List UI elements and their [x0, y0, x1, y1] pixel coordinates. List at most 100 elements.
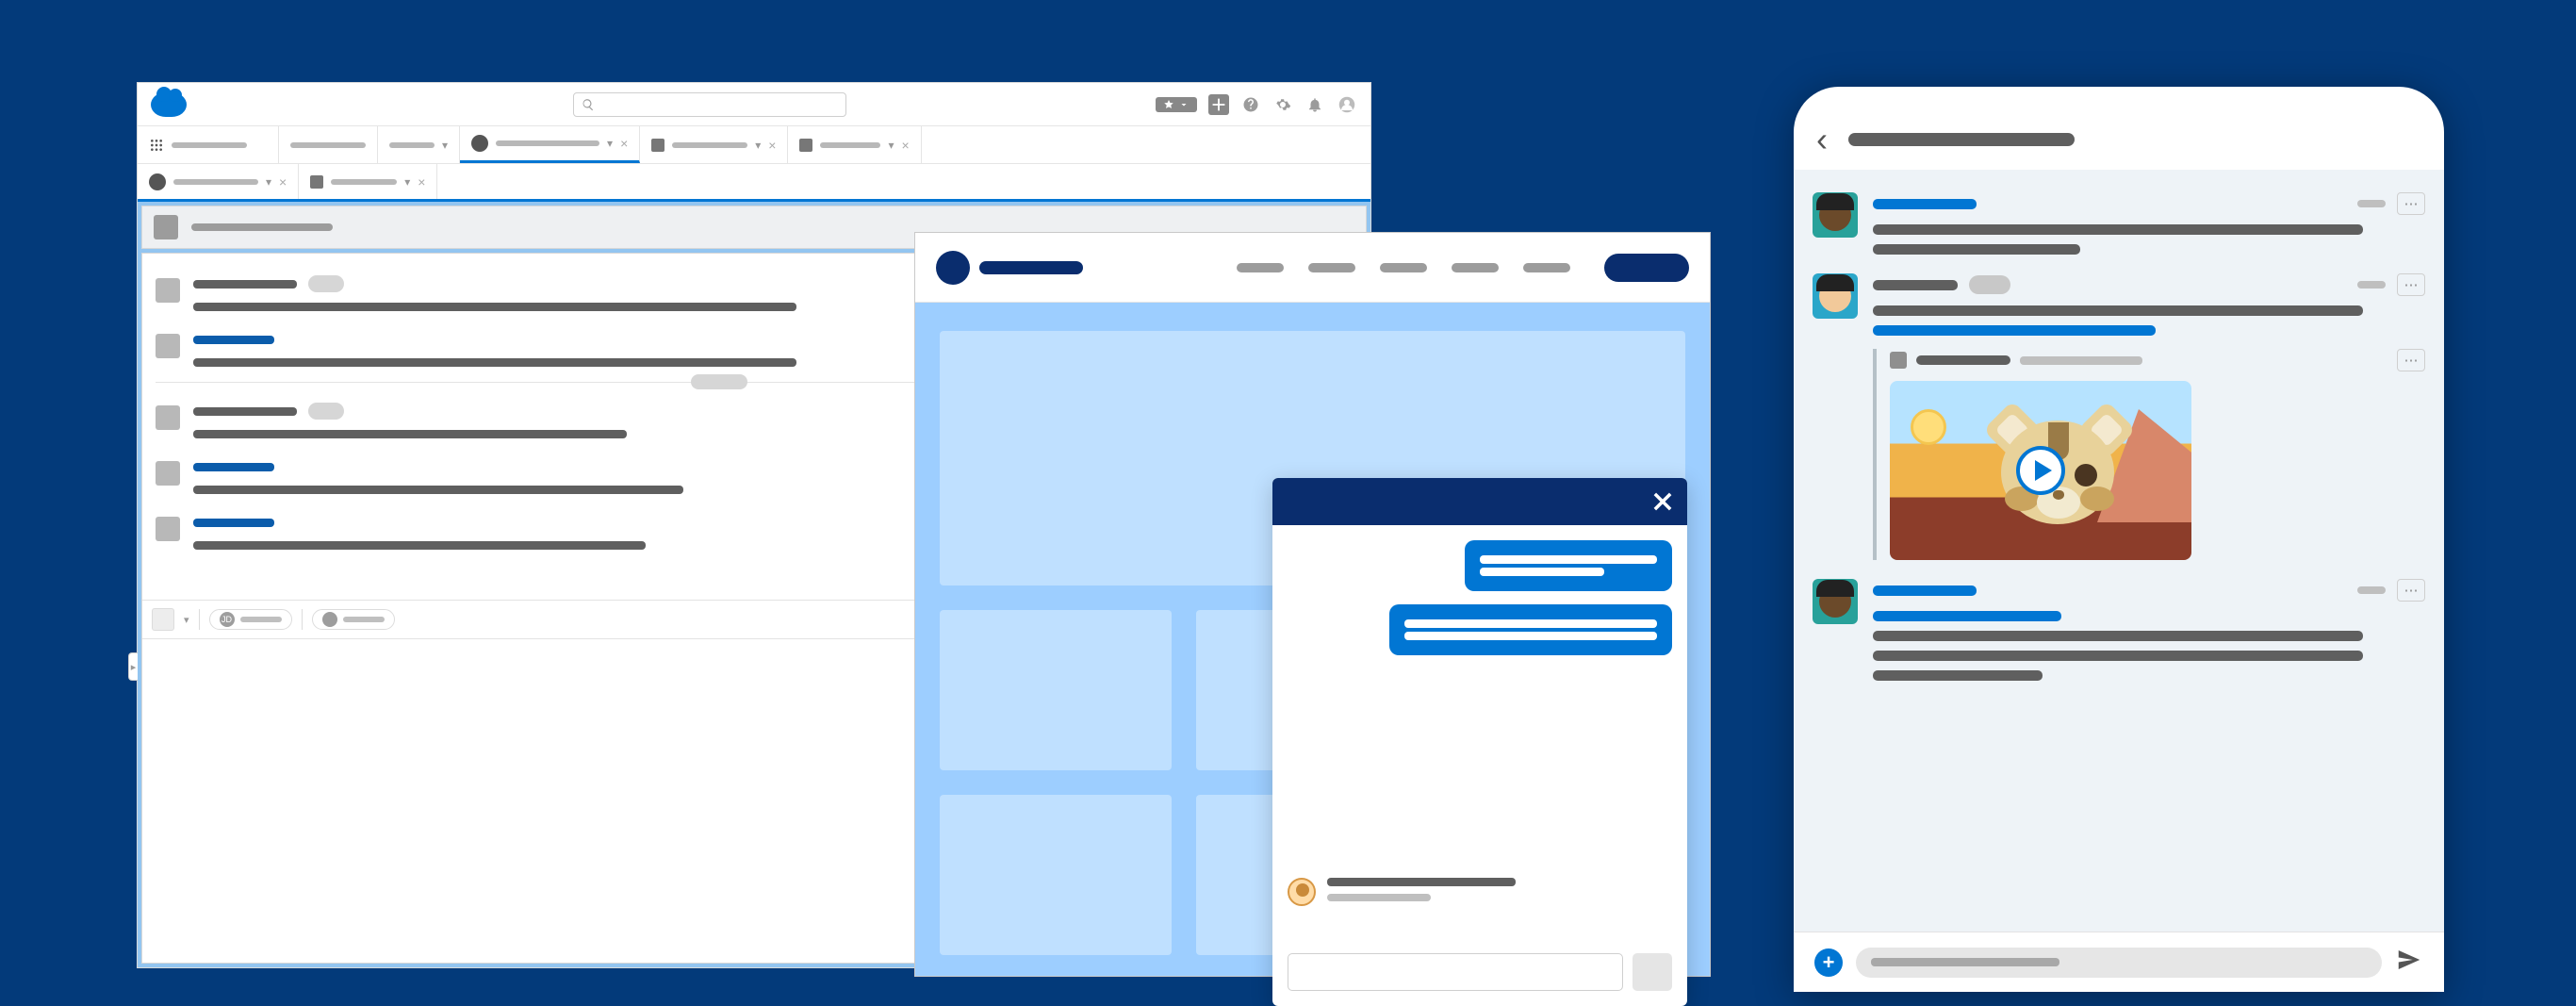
post-link[interactable]	[1873, 325, 2156, 336]
post-author[interactable]	[193, 463, 274, 471]
portal-cta-button[interactable]	[1604, 254, 1689, 282]
mobile-feed: ⋯⋯⋯⋯	[1794, 170, 2444, 932]
chevron-down-icon[interactable]: ▾	[888, 139, 894, 152]
chevron-down-icon[interactable]: ▾	[404, 175, 410, 189]
avatar-icon	[1288, 878, 1316, 906]
post-author[interactable]	[1873, 280, 1958, 290]
chat-bubble-bot	[1465, 540, 1672, 591]
chevron-down-icon[interactable]: ▾	[442, 139, 448, 152]
post-body	[193, 541, 646, 550]
mention-chip[interactable]: JD	[209, 609, 292, 630]
composer-identity-picker[interactable]	[152, 608, 174, 631]
video-thumbnail[interactable]	[1890, 381, 2191, 560]
mobile-post: ⋯⋯	[1813, 264, 2425, 569]
mobile-message-input[interactable]	[1856, 948, 2382, 978]
post-link[interactable]	[1873, 611, 2061, 621]
record-icon	[651, 139, 665, 152]
favorites-button[interactable]	[1156, 97, 1197, 112]
close-tab-icon[interactable]: ×	[902, 138, 910, 153]
nav-link[interactable]	[1308, 263, 1355, 272]
send-icon	[2395, 946, 2423, 974]
send-button[interactable]	[2395, 946, 2423, 979]
nav-link[interactable]	[1237, 263, 1284, 272]
bell-icon	[1306, 96, 1323, 113]
badge	[1969, 275, 2010, 294]
post-text-line	[1873, 631, 2363, 641]
post-body	[193, 303, 796, 311]
chat-send-button[interactable]	[1633, 953, 1672, 991]
mobile-device: ‹ ⋯⋯⋯⋯ +	[1794, 87, 2444, 992]
quoted-attachment: ⋯	[1873, 349, 2425, 560]
app-launcher[interactable]	[138, 126, 279, 163]
record-icon	[310, 175, 323, 189]
badge	[308, 275, 344, 292]
chevron-down-icon[interactable]: ▾	[755, 139, 761, 152]
nav-link[interactable]	[1523, 263, 1570, 272]
post-actions-menu[interactable]: ⋯	[2397, 192, 2425, 215]
post-author[interactable]	[1873, 199, 1977, 209]
workspace-tab[interactable]: ▾×	[460, 126, 640, 163]
avatar-icon	[156, 461, 180, 486]
workspace-tab[interactable]: ▾×	[640, 126, 788, 163]
back-button[interactable]: ‹	[1816, 120, 1828, 159]
plus-icon	[1208, 94, 1229, 115]
close-tab-icon[interactable]: ×	[418, 174, 425, 190]
help-button[interactable]	[1240, 94, 1261, 115]
chat-text-input[interactable]	[1288, 953, 1623, 991]
nav-link[interactable]	[1380, 263, 1427, 272]
setup-button[interactable]	[1272, 94, 1293, 115]
portal-logo[interactable]	[936, 251, 1083, 285]
post-time	[2357, 586, 2386, 594]
crm-subtabs: ▾×▾×	[138, 164, 1370, 202]
attachment-actions-menu[interactable]: ⋯	[2397, 349, 2425, 371]
portal-header	[915, 233, 1710, 303]
portal-nav	[1237, 263, 1570, 272]
avatar-icon	[156, 517, 180, 541]
avatar-icon	[156, 405, 180, 430]
post-actions-menu[interactable]: ⋯	[2397, 579, 2425, 602]
post-time	[2357, 200, 2386, 207]
profile-avatar[interactable]	[1337, 94, 1357, 115]
close-icon[interactable]	[1649, 488, 1676, 515]
workspace-tab[interactable]: ▾×	[138, 164, 299, 199]
avatar-initials-icon: JD	[220, 612, 235, 627]
post-time	[2357, 281, 2386, 289]
workspace-tab[interactable]: ▾	[378, 126, 460, 163]
post-author[interactable]	[1873, 585, 1977, 596]
close-tab-icon[interactable]: ×	[768, 138, 776, 153]
global-search-input[interactable]	[573, 92, 846, 117]
post-author[interactable]	[193, 336, 274, 344]
crm-global-header	[138, 83, 1370, 126]
panel-expand-handle[interactable]: ▸	[128, 652, 138, 681]
workspace-tab[interactable]	[279, 126, 378, 163]
grid-card[interactable]	[940, 795, 1172, 955]
mobile-header: ‹	[1794, 109, 2444, 170]
notifications-button[interactable]	[1304, 94, 1325, 115]
chat-input-row	[1288, 953, 1672, 991]
play-icon[interactable]	[2016, 446, 2065, 495]
record-icon	[799, 139, 812, 152]
avatar-icon	[1813, 273, 1858, 319]
close-tab-icon[interactable]: ×	[620, 136, 628, 151]
workspace-tab[interactable]: ▾×	[299, 164, 437, 199]
web-portal-window	[914, 232, 1711, 977]
nav-link[interactable]	[1452, 263, 1499, 272]
chevron-down-icon[interactable]: ▾	[266, 175, 271, 189]
workspace-tab[interactable]: ▾×	[788, 126, 921, 163]
attachment-subtitle	[2020, 356, 2142, 365]
global-create-button[interactable]	[1208, 94, 1229, 115]
chevron-down-icon[interactable]: ▾	[607, 137, 613, 150]
add-attachment-button[interactable]: +	[1814, 948, 1843, 977]
chat-bubble-bot	[1389, 604, 1672, 655]
grid-card[interactable]	[940, 610, 1172, 770]
post-actions-menu[interactable]: ⋯	[2397, 273, 2425, 296]
post-author[interactable]	[193, 407, 297, 416]
badge	[308, 403, 344, 420]
mobile-title	[1848, 133, 2075, 146]
header-utility-icons	[1156, 94, 1357, 115]
post-text-line	[1873, 244, 2080, 255]
post-author[interactable]	[193, 280, 297, 289]
close-tab-icon[interactable]: ×	[279, 174, 287, 190]
mention-chip[interactable]	[312, 609, 395, 630]
post-author[interactable]	[193, 519, 274, 527]
